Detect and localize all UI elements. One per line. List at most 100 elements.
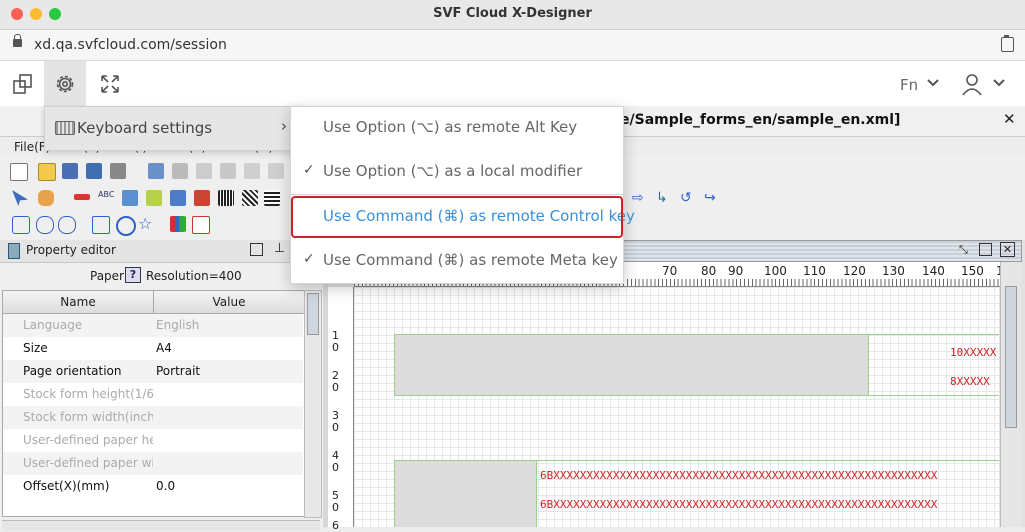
property-value[interactable]: A4 (156, 341, 296, 355)
table-row[interactable]: Language English (3, 314, 303, 337)
page-icon[interactable] (92, 216, 110, 234)
property-name: Language (23, 318, 83, 332)
paste-icon[interactable] (220, 163, 236, 179)
chevron-down-icon[interactable] (926, 77, 940, 92)
table-row[interactable]: Size A4 (3, 337, 303, 360)
ruler-label: 120 (843, 264, 866, 278)
user-icon[interactable] (960, 72, 984, 99)
address-bar[interactable]: xd.qa.svfcloud.com/session (0, 30, 1025, 61)
maximize-frame-icon[interactable] (979, 243, 992, 256)
qrcode-icon[interactable] (242, 190, 258, 206)
fullscreen-button[interactable] (89, 61, 131, 106)
v-ruler-label: 1 0 (332, 329, 339, 354)
matrix-code-icon[interactable] (264, 190, 280, 206)
keyboard-settings-submenu: Use Option (⌥) as remote Alt Key ✓ Use O… (290, 106, 635, 284)
text-field-icon[interactable]: ABC (98, 190, 114, 206)
undo-icon[interactable] (244, 163, 260, 179)
keyboard-icon (55, 121, 75, 135)
canvas-scrollbar-thumb[interactable] (1005, 286, 1017, 428)
table-row[interactable]: Stock form width(inch) (3, 406, 303, 429)
chart-icon[interactable] (170, 216, 186, 232)
table-icon[interactable] (146, 190, 162, 206)
property-name: Size (23, 341, 48, 355)
copy-icon[interactable] (196, 163, 212, 179)
image-icon[interactable] (194, 190, 210, 206)
undo-align-icon[interactable]: ↪ (704, 190, 720, 206)
vertical-ruler: 1 0 2 0 3 0 4 0 5 0 6 (328, 287, 354, 532)
comment-icon[interactable] (12, 216, 30, 234)
table-row[interactable]: User-defined paper hei... (3, 429, 303, 452)
align-right-icon[interactable]: ⇨ (632, 190, 648, 206)
menu-item-command-meta[interactable]: ✓ Use Command (⌘) as remote Meta key (291, 241, 623, 281)
form-field-gray-2[interactable] (394, 460, 537, 527)
rotate-icon[interactable]: ↺ (680, 190, 696, 206)
column-value: Value (212, 295, 246, 309)
line-icon[interactable] (74, 194, 90, 200)
table-row[interactable]: Offset(X)(mm) 0.0 (3, 475, 303, 498)
open-folder-icon[interactable] (38, 163, 56, 181)
property-value[interactable]: Portrait (156, 364, 296, 378)
menu-item-option-alt[interactable]: Use Option (⌥) as remote Alt Key (291, 108, 623, 148)
expand-icon (101, 74, 119, 93)
window-switch-button[interactable] (2, 61, 44, 106)
fn-key-label[interactable]: Fn (900, 76, 918, 94)
canvas-scrollbar[interactable] (1000, 262, 1021, 527)
redo-icon[interactable] (268, 163, 284, 179)
scrollbar-thumb[interactable] (307, 293, 319, 335)
save-all-icon[interactable] (86, 163, 102, 179)
form-icon[interactable] (192, 216, 210, 234)
list-icon[interactable] (122, 190, 138, 206)
minimize-frame-icon[interactable]: ⤡ (959, 243, 968, 257)
resolution-label: Resolution=400 (146, 269, 242, 283)
ruler-label: 110 (803, 264, 826, 278)
balloons-icon[interactable] (58, 216, 76, 234)
table-row[interactable]: User-defined paper wi... (3, 452, 303, 475)
menu-item-label: Use Option (⌥) as a local modifier (323, 162, 583, 180)
window-titlebar: SVF Cloud X-Designer (0, 0, 1025, 30)
menu-item-option-local[interactable]: ✓ Use Option (⌥) as a local modifier (291, 152, 623, 192)
help-icon[interactable]: ? (125, 267, 141, 283)
field-text-6b-2: 6BXXXXXXXXXXXXXXXXXXXXXXXXXXXXXXXXXXXXXX… (540, 498, 938, 511)
user-chevron-icon[interactable] (992, 77, 1006, 92)
ruler-label: 70 (662, 264, 678, 278)
tree-icon[interactable] (148, 163, 164, 179)
url-text: xd.qa.svfcloud.com/session (34, 37, 227, 53)
property-name: Stock form width(inch) (23, 410, 153, 424)
field-text-10x: 10XXXXX (950, 346, 997, 359)
close-frame-icon[interactable]: ✕ (1000, 242, 1015, 257)
menu-item-label: Use Command (⌘) as remote Meta key (323, 251, 618, 269)
table-row[interactable]: Page orientation Portrait (3, 360, 303, 383)
property-value[interactable]: English (156, 318, 296, 332)
clipboard-icon[interactable] (1001, 35, 1014, 52)
property-name: User-defined paper wi... (23, 456, 153, 470)
property-table: Name Value Language English Size A4 Page ori… (2, 290, 306, 517)
table-row[interactable]: Stock form height(1/6i... (3, 383, 303, 406)
lock-icon (13, 34, 22, 47)
menu-divider (291, 194, 623, 195)
new-file-icon[interactable] (10, 163, 28, 181)
align-down-icon[interactable]: ↳ (656, 190, 672, 206)
barcode-icon[interactable] (218, 190, 234, 206)
balloon-icon[interactable] (36, 216, 54, 234)
checkmark-icon: ✓ (303, 251, 315, 267)
keyboard-settings-item[interactable]: Keyboard settings (77, 119, 212, 137)
star-icon[interactable]: ☆ (138, 214, 154, 233)
hand-icon[interactable] (38, 190, 54, 206)
save-icon[interactable] (62, 163, 78, 179)
clock-icon[interactable] (116, 216, 136, 236)
property-name: User-defined paper hei... (23, 433, 153, 447)
print-icon[interactable] (110, 163, 126, 179)
pin-icon[interactable]: ⊥ (274, 241, 285, 256)
cut-icon[interactable] (172, 163, 188, 179)
stack-icon[interactable] (170, 190, 186, 206)
layout-canvas[interactable]: 10XXXXX 8XXXXX 6BXXXXXXXXXXXXXXXXXXXXXXX… (354, 287, 999, 527)
select-arrow-icon[interactable] (12, 190, 28, 206)
property-value[interactable]: 0.0 (156, 479, 296, 493)
ruler-label: 130 (882, 264, 905, 278)
close-icon[interactable]: ✕ (1003, 110, 1016, 128)
settings-button[interactable] (44, 61, 86, 106)
property-name: Stock form height(1/6i... (23, 387, 153, 401)
table-scrollbar[interactable] (304, 290, 322, 518)
form-field-gray[interactable] (394, 334, 869, 396)
float-icon[interactable] (250, 243, 263, 256)
